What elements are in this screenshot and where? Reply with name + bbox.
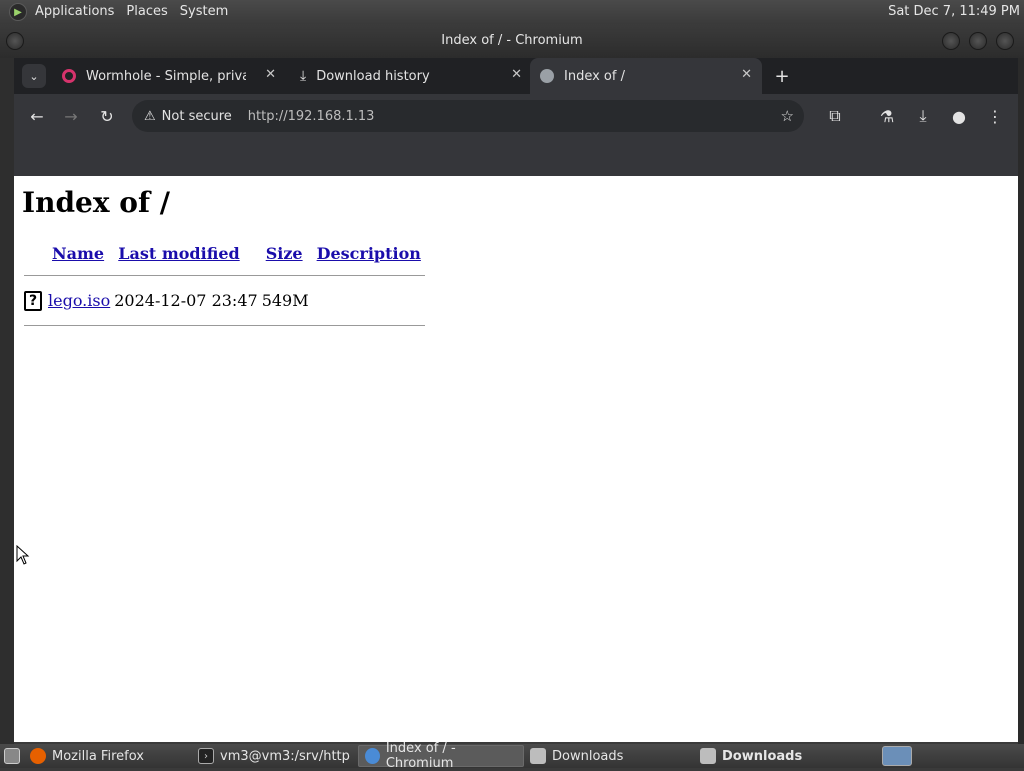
column-header-name[interactable]: Name	[48, 242, 114, 265]
profile-icon[interactable]: ●	[946, 103, 972, 129]
minimize-button[interactable]	[942, 32, 960, 50]
chromium-icon	[365, 748, 380, 764]
tab-strip: ⌄ Wormhole - Simple, private fi ✕ ⤓ Down…	[14, 58, 1018, 94]
close-tab-icon[interactable]: ✕	[741, 67, 752, 82]
taskbar-label: vm3@vm3:/srv/http	[220, 748, 350, 764]
wormhole-icon	[62, 69, 76, 83]
clock[interactable]: Sat Dec 7, 11:49 PM	[888, 0, 1020, 24]
close-tab-icon[interactable]: ✕	[511, 67, 522, 82]
window-title: Index of / - Chromium	[441, 33, 583, 48]
labs-flask-icon[interactable]: ⚗	[874, 103, 900, 129]
sort-name-link[interactable]: Name	[52, 244, 104, 263]
bookmark-star-icon[interactable]: ☆	[781, 107, 794, 125]
terminal-icon: ›	[198, 748, 214, 764]
taskbar-item-chromium[interactable]: Index of / - Chromium	[358, 741, 524, 771]
column-header-modified[interactable]: Last modified	[114, 242, 261, 265]
sort-modified-link[interactable]: Last modified	[118, 244, 239, 263]
workspace-switcher[interactable]	[878, 745, 916, 767]
show-desktop-button[interactable]	[0, 745, 24, 767]
download-icon: ⤓	[300, 68, 307, 84]
browser-window: Index of / - Chromium ⌄ Wormhole - Simpl…	[0, 24, 1024, 744]
column-header-description[interactable]: Description	[313, 242, 425, 265]
taskbar-item-firefox[interactable]: Mozilla Firefox	[24, 745, 192, 767]
table-row: ? lego.iso 2024-12-07 23:47 549M	[24, 290, 425, 311]
tab-index-of[interactable]: Index of / ✕	[530, 58, 762, 94]
divider	[24, 325, 425, 326]
bookmarks-bar	[14, 138, 1018, 176]
folder-icon	[530, 748, 546, 764]
taskbar-item-downloads-2[interactable]: Downloads	[694, 745, 878, 767]
window-border	[1018, 58, 1024, 744]
tab-title: Download history	[316, 68, 430, 84]
chevron-down-icon: ⌄	[22, 64, 46, 88]
divider	[24, 275, 425, 276]
workspace-icon	[882, 746, 912, 766]
address-bar[interactable]: ⚠ Not secure http://192.168.1.13 ☆	[132, 100, 804, 132]
taskbar-label: Downloads	[552, 748, 624, 764]
window-menu-button[interactable]	[6, 32, 24, 50]
mouse-cursor-icon	[16, 545, 30, 565]
unknown-file-icon: ?	[24, 291, 42, 311]
page-title: Index of /	[22, 186, 170, 219]
menu-places[interactable]: Places	[120, 0, 173, 24]
icon-column-header	[24, 242, 48, 265]
close-tab-icon[interactable]: ✕	[265, 67, 276, 82]
separator-row	[24, 265, 425, 290]
reload-button[interactable]: ↻	[94, 103, 120, 129]
desktop-icon	[4, 748, 20, 764]
tab-wormhole[interactable]: Wormhole - Simple, private fi ✕	[54, 58, 286, 94]
taskbar-label: Index of / - Chromium	[385, 741, 456, 771]
downloads-icon[interactable]: ⤓	[910, 103, 936, 129]
extensions-icon[interactable]: ⧉	[822, 103, 848, 129]
forward-button[interactable]: →	[58, 103, 84, 129]
tab-title: Wormhole - Simple, private fi	[86, 68, 246, 84]
security-label: Not secure	[161, 108, 232, 124]
maximize-button[interactable]	[969, 32, 987, 50]
taskbar: Mozilla Firefox › vm3@vm3:/srv/http Inde…	[0, 741, 1024, 771]
taskbar-label: Mozilla Firefox	[52, 748, 144, 764]
listing-header-row: Name Last modified Size Description	[24, 242, 425, 265]
close-window-button[interactable]	[996, 32, 1014, 50]
warning-icon: ⚠	[144, 108, 156, 124]
plus-icon: +	[774, 65, 790, 87]
file-size: 549M	[261, 291, 309, 310]
sort-size-link[interactable]: Size	[266, 244, 303, 263]
column-header-size[interactable]: Size	[262, 242, 313, 265]
tab-title: Index of /	[564, 68, 625, 84]
tab-download-history[interactable]: ⤓ Download history ✕	[292, 58, 532, 94]
browser-toolbar: ← → ↻ ⚠ Not secure http://192.168.1.13 ☆…	[14, 94, 1018, 138]
menu-kebab-icon[interactable]: ⋮	[982, 103, 1008, 129]
separator-row	[24, 311, 425, 330]
directory-listing: Name Last modified Size Description ? le…	[24, 242, 425, 330]
firefox-icon	[30, 748, 46, 764]
sort-description-link[interactable]: Description	[317, 244, 421, 263]
new-tab-button[interactable]: +	[770, 58, 794, 94]
window-titlebar[interactable]: Index of / - Chromium	[0, 24, 1024, 58]
globe-icon	[540, 69, 554, 83]
taskbar-item-terminal[interactable]: › vm3@vm3:/srv/http	[192, 745, 358, 767]
web-page: Index of / Name Last modified Size Descr…	[14, 176, 1018, 742]
tab-search-button[interactable]: ⌄	[20, 58, 48, 94]
applications-logo-icon[interactable]: ▶	[9, 3, 27, 21]
url-text[interactable]: http://192.168.1.13	[248, 109, 375, 124]
taskbar-item-downloads[interactable]: Downloads	[524, 745, 694, 767]
menu-applications[interactable]: Applications	[29, 0, 120, 24]
back-button[interactable]: ←	[24, 103, 50, 129]
folder-icon	[700, 748, 716, 764]
taskbar-label: Downloads	[722, 748, 803, 764]
file-link[interactable]: lego.iso	[48, 291, 110, 310]
security-indicator[interactable]: ⚠ Not secure	[144, 109, 232, 124]
file-modified: 2024-12-07 23:47	[114, 291, 258, 310]
browser-chrome: ⌄ Wormhole - Simple, private fi ✕ ⤓ Down…	[14, 58, 1018, 176]
top-panel: ▶ Applications Places System Sat Dec 7, …	[0, 0, 1024, 24]
file-description	[313, 290, 425, 311]
menu-system[interactable]: System	[174, 0, 234, 24]
